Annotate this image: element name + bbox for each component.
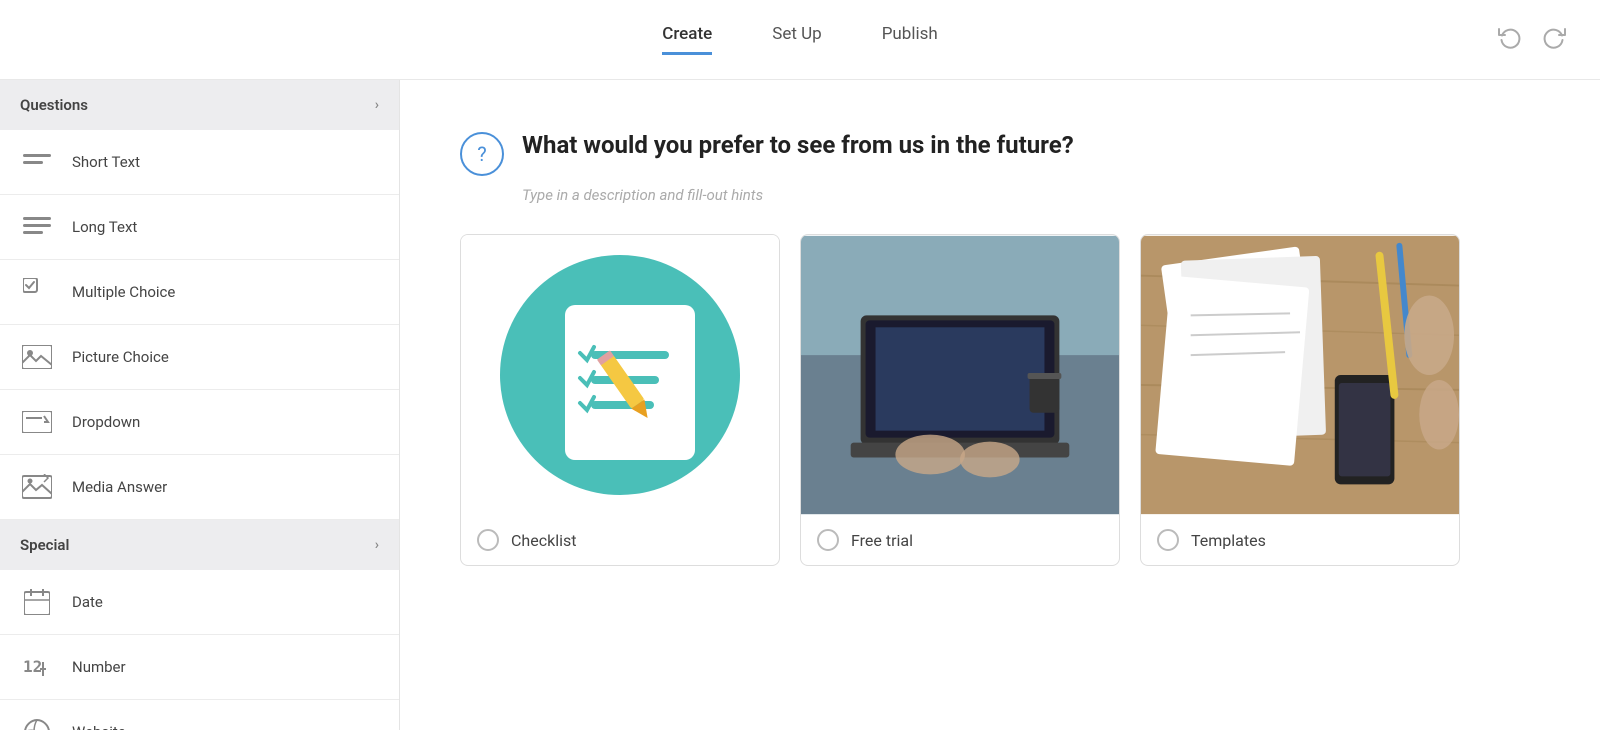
tab-create[interactable]: Create bbox=[662, 24, 712, 55]
media-answer-icon bbox=[20, 470, 54, 504]
picture-choice-label-checklist: Checklist bbox=[511, 531, 576, 550]
picture-choice-card-templates[interactable]: Templates bbox=[1140, 234, 1460, 566]
radio-templates[interactable] bbox=[1157, 529, 1179, 551]
sidebar-item-short-text-label: Short Text bbox=[72, 153, 140, 171]
picture-choice-label-row-checklist: Checklist bbox=[461, 515, 779, 565]
app-header: Create Set Up Publish bbox=[0, 0, 1600, 80]
picture-choice-label-row-templates: Templates bbox=[1141, 515, 1459, 565]
sidebar-item-long-text[interactable]: Long Text bbox=[0, 195, 399, 260]
radio-checklist[interactable] bbox=[477, 529, 499, 551]
picture-choice-image-checklist bbox=[461, 235, 779, 515]
sidebar-item-media-answer-label: Media Answer bbox=[72, 478, 167, 496]
tab-publish[interactable]: Publish bbox=[882, 24, 938, 55]
sidebar-item-media-answer[interactable]: Media Answer bbox=[0, 455, 399, 520]
picture-choice-icon bbox=[20, 340, 54, 374]
picture-choice-image-free-trial bbox=[801, 235, 1119, 515]
picture-choice-label-free-trial: Free trial bbox=[851, 531, 913, 550]
sidebar-section-questions[interactable]: Questions › bbox=[0, 80, 399, 130]
sidebar-item-short-text[interactable]: Short Text bbox=[0, 130, 399, 195]
date-icon bbox=[20, 585, 54, 619]
sidebar-item-picture-choice-label: Picture Choice bbox=[72, 348, 169, 366]
short-text-icon bbox=[20, 145, 54, 179]
sidebar-item-dropdown-label: Dropdown bbox=[72, 413, 140, 431]
undo-button[interactable] bbox=[1494, 21, 1526, 59]
question-header: ? What would you prefer to see from us i… bbox=[460, 130, 1540, 176]
picture-choice-card-free-trial[interactable]: Free trial bbox=[800, 234, 1120, 566]
chevron-right-icon-special: › bbox=[375, 537, 379, 553]
main-layout: Questions › Short Text Long Tex bbox=[0, 80, 1600, 730]
sidebar-item-dropdown[interactable]: Dropdown bbox=[0, 390, 399, 455]
picture-choice-image-templates bbox=[1141, 235, 1459, 515]
chevron-right-icon: › bbox=[375, 97, 379, 113]
sidebar-item-date[interactable]: Date bbox=[0, 570, 399, 635]
radio-free-trial[interactable] bbox=[817, 529, 839, 551]
sidebar-item-multiple-choice[interactable]: Multiple Choice bbox=[0, 260, 399, 325]
picture-choice-card-checklist[interactable]: Checklist bbox=[460, 234, 780, 566]
redo-button[interactable] bbox=[1538, 21, 1570, 59]
sidebar-item-date-label: Date bbox=[72, 593, 103, 611]
multiple-choice-icon bbox=[20, 275, 54, 309]
sidebar-section-special-label: Special bbox=[20, 536, 69, 554]
sidebar-section-questions-label: Questions bbox=[20, 96, 88, 114]
picture-choice-label-row-free-trial: Free trial bbox=[801, 515, 1119, 565]
tab-setup[interactable]: Set Up bbox=[772, 24, 821, 55]
question-description[interactable]: Type in a description and fill-out hints bbox=[522, 186, 1540, 204]
main-content: ? What would you prefer to see from us i… bbox=[400, 80, 1600, 730]
sidebar-item-long-text-label: Long Text bbox=[72, 218, 137, 236]
sidebar-item-website[interactable]: Website bbox=[0, 700, 399, 730]
picture-choice-label-templates: Templates bbox=[1191, 531, 1266, 550]
sidebar-item-number-label: Number bbox=[72, 658, 126, 676]
long-text-icon bbox=[20, 210, 54, 244]
sidebar-item-multiple-choice-label: Multiple Choice bbox=[72, 283, 175, 301]
svg-text:12: 12 bbox=[23, 657, 42, 676]
dropdown-icon bbox=[20, 405, 54, 439]
header-nav: Create Set Up Publish bbox=[662, 24, 938, 55]
picture-choices-container: Checklist bbox=[460, 234, 1540, 566]
question-title: What would you prefer to see from us in … bbox=[522, 130, 1074, 161]
sidebar-section-special[interactable]: Special › bbox=[0, 520, 399, 570]
number-icon: 12 bbox=[20, 650, 54, 684]
sidebar-item-website-label: Website bbox=[72, 723, 126, 730]
question-type-icon: ? bbox=[460, 132, 504, 176]
sidebar-item-picture-choice[interactable]: Picture Choice bbox=[0, 325, 399, 390]
sidebar-item-number[interactable]: 12 Number bbox=[0, 635, 399, 700]
header-actions bbox=[1494, 21, 1570, 59]
sidebar: Questions › Short Text Long Tex bbox=[0, 80, 400, 730]
website-icon bbox=[20, 715, 54, 730]
